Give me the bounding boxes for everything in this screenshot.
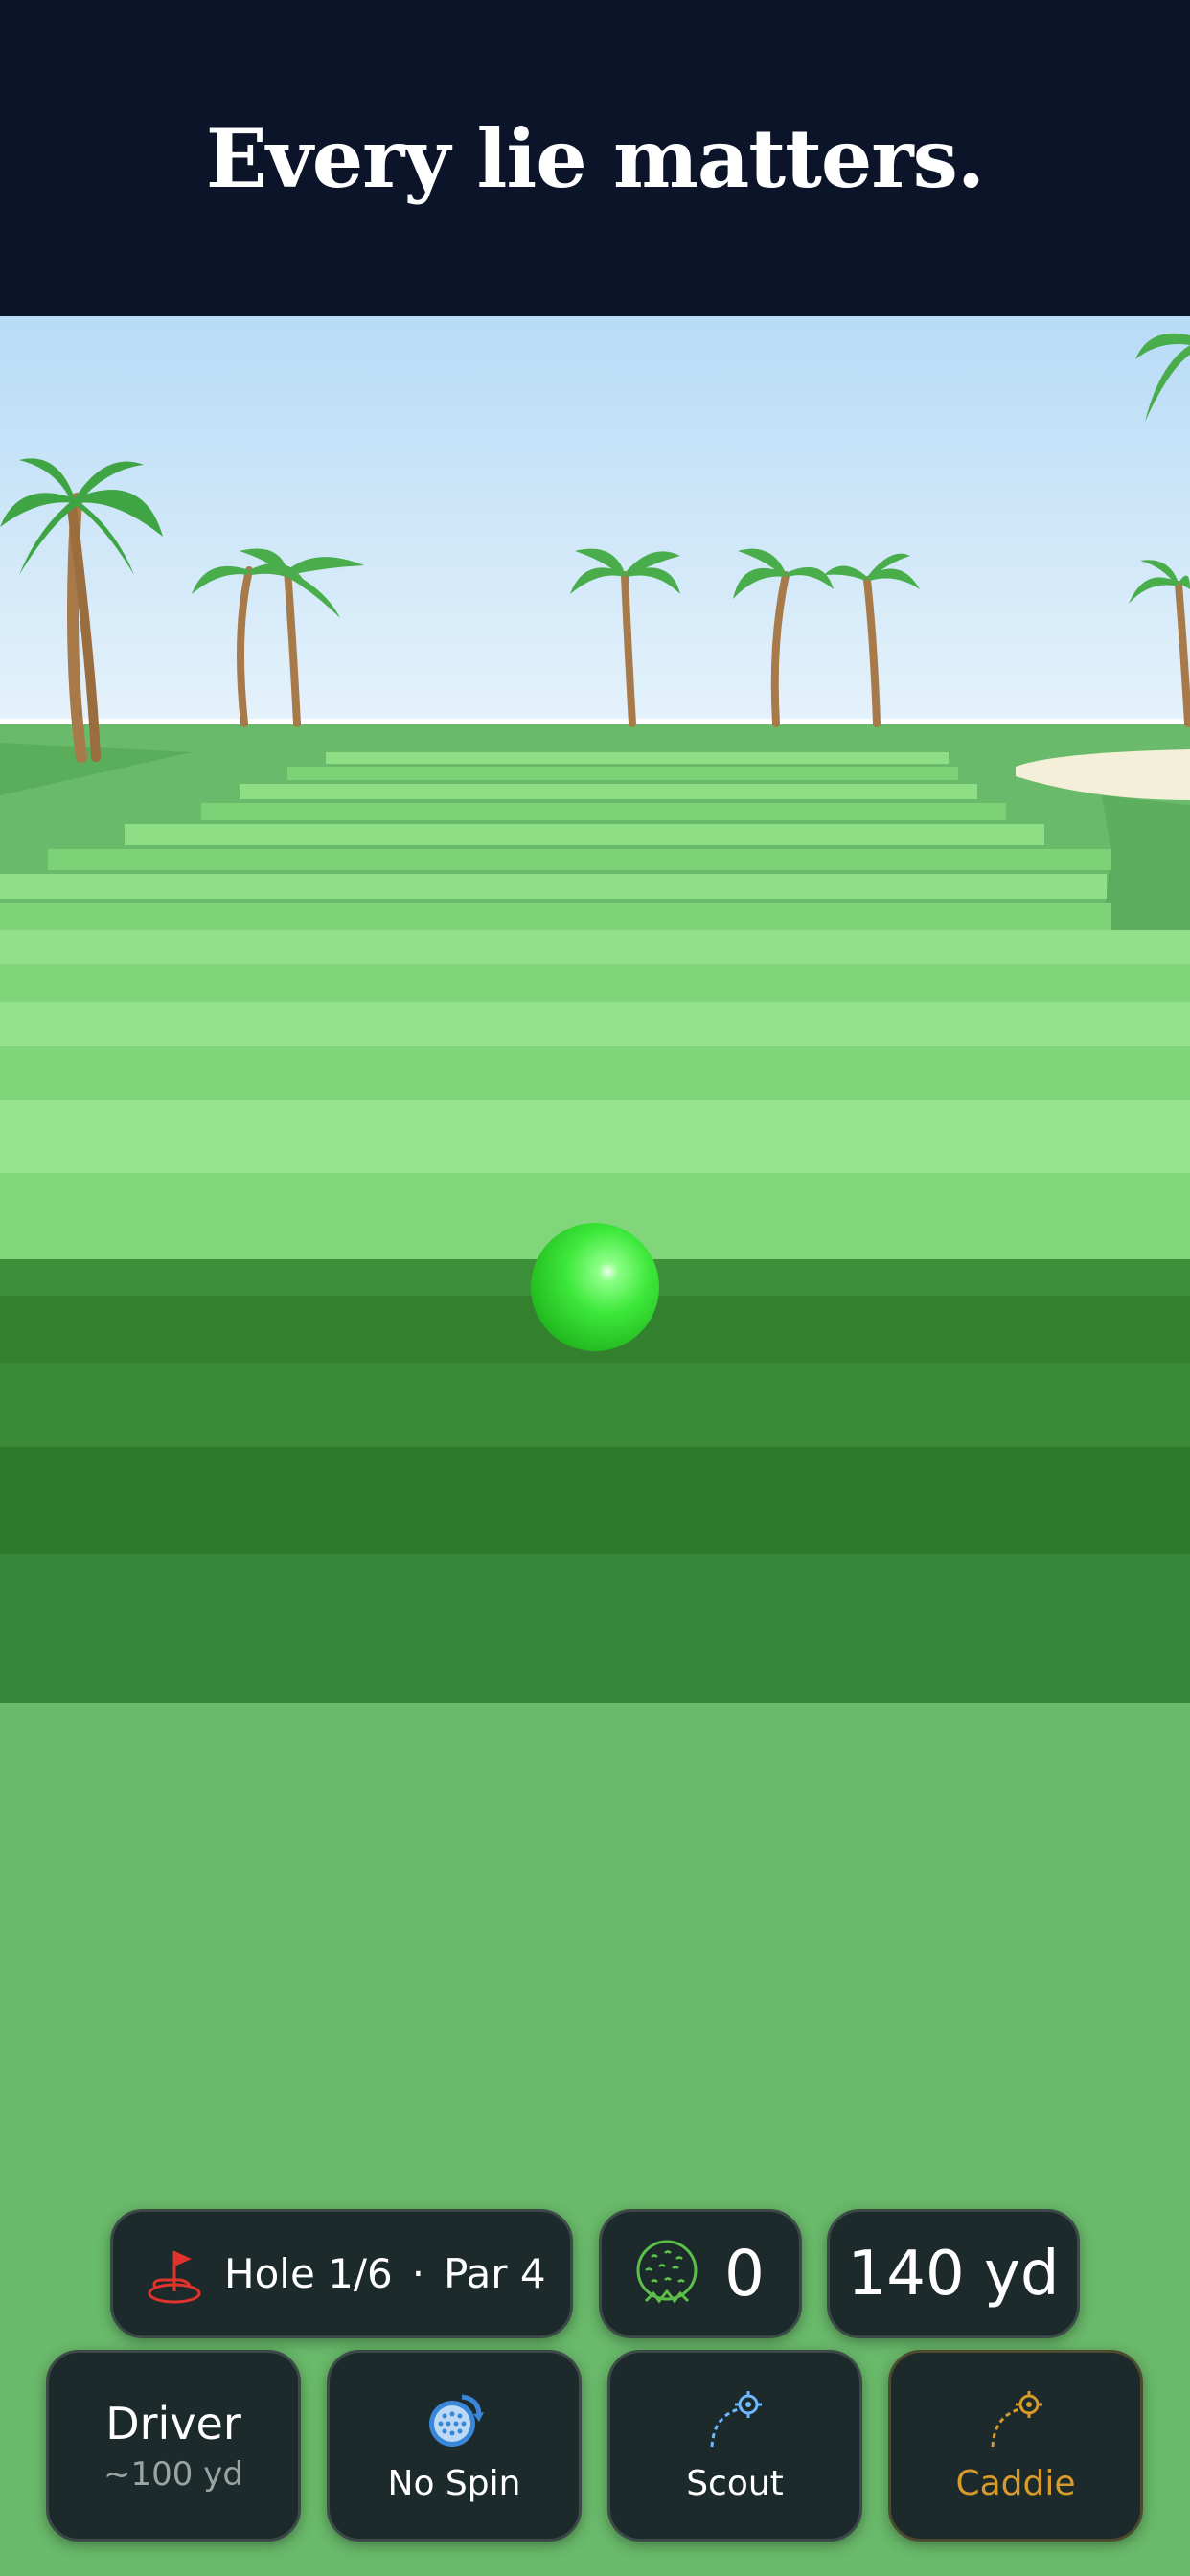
spin-button[interactable]: No Spin (327, 2350, 582, 2542)
scout-target-icon (710, 2390, 762, 2447)
club-range: ~100 yd (103, 2455, 243, 2494)
spin-label: No Spin (387, 2463, 521, 2503)
par-value: Par 4 (444, 2250, 546, 2297)
separator-dot: · (411, 2250, 425, 2297)
stroke-count: 0 (724, 2237, 765, 2311)
caddie-label: Caddie (955, 2463, 1076, 2503)
caddie-button[interactable]: Caddie (888, 2350, 1143, 2542)
hole-info-pill: Hole 1/6 · Par 4 (110, 2209, 573, 2338)
stroke-count-pill: 0 (599, 2209, 802, 2338)
flag-hole-icon (148, 2250, 201, 2303)
spin-ball-icon (429, 2394, 484, 2447)
golf-ball (531, 1223, 659, 1351)
scout-button[interactable]: Scout (607, 2350, 862, 2542)
golf-ball-icon (636, 2240, 698, 2303)
distance-to-pin: 140 yd (847, 2238, 1060, 2310)
title-banner: Every lie matters. (0, 0, 1190, 316)
club-name: Driver (105, 2398, 241, 2450)
scout-label: Scout (686, 2463, 784, 2503)
banner-title: Every lie matters. (205, 110, 985, 206)
club-select-button[interactable]: Driver ~100 yd (46, 2350, 301, 2542)
distance-pill: 140 yd (827, 2209, 1080, 2338)
right-rough (1102, 795, 1190, 949)
caddie-target-icon (991, 2390, 1042, 2447)
sky (0, 316, 1190, 724)
hole-number: Hole 1/6 (224, 2250, 393, 2297)
